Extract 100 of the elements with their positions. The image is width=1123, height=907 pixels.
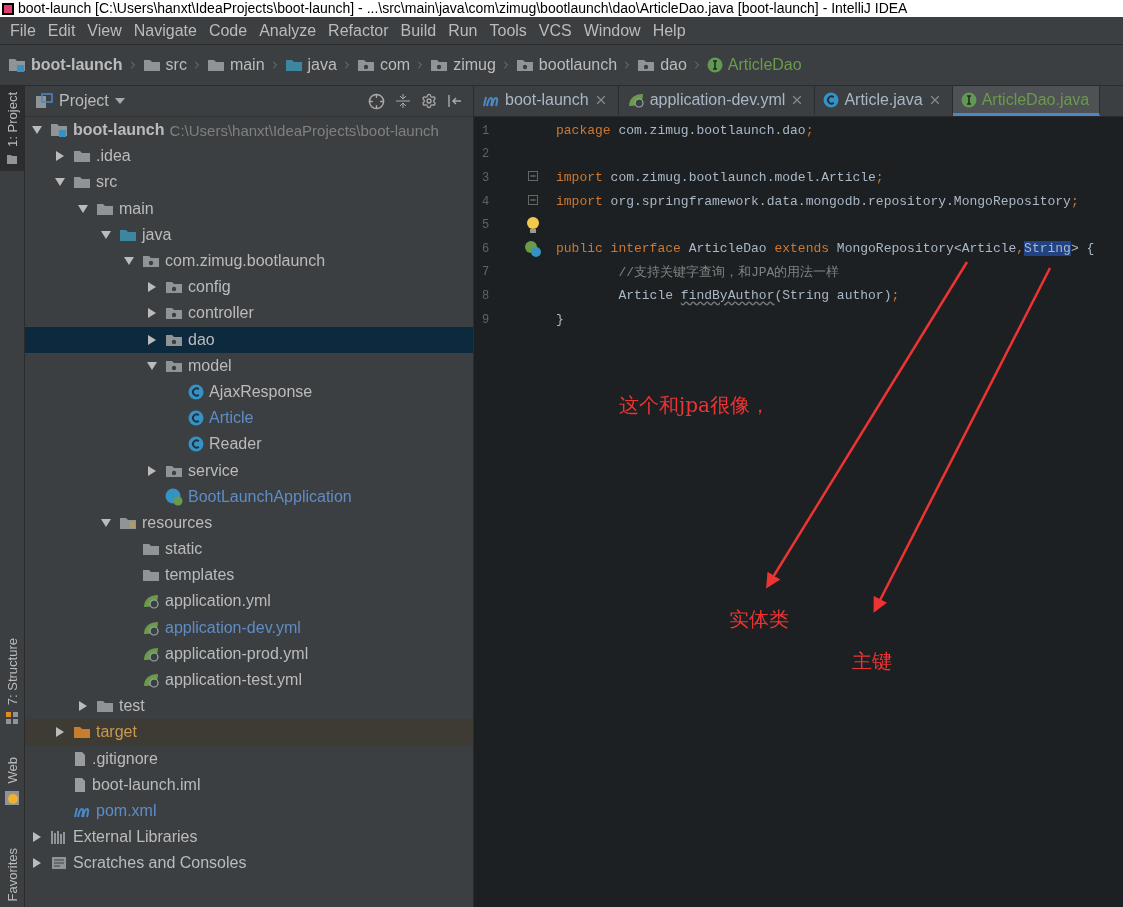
tree-row[interactable]: model [25, 352, 473, 379]
annotation-text: 主键 [852, 648, 892, 675]
dropdown-caret-icon[interactable] [114, 98, 125, 104]
line-number: 7 [481, 265, 491, 280]
menu-item[interactable]: Navigate [127, 21, 203, 40]
tool-window-tab[interactable]: 1: Project [0, 86, 24, 171]
tree-row[interactable]: com.zimug.bootlaunch [25, 247, 473, 275]
package-icon [356, 58, 375, 72]
tree-row[interactable]: target [25, 719, 473, 746]
settings-icon[interactable] [421, 93, 437, 109]
collapsed-arrow-icon[interactable] [55, 727, 65, 738]
folder-icon [73, 725, 91, 740]
expanded-arrow-icon[interactable] [101, 229, 111, 240]
tree-row[interactable]: java [25, 221, 473, 248]
tool-window-tab[interactable]: 7: Structure [0, 631, 24, 732]
package-icon [637, 58, 656, 72]
expanded-arrow-icon[interactable] [32, 125, 42, 136]
tree-row[interactable]: main [25, 195, 473, 222]
breadcrumb[interactable]: java [284, 56, 337, 74]
menu-item[interactable]: File [4, 21, 42, 40]
annotation-text: 实体类 [729, 606, 789, 633]
locate-icon[interactable] [368, 92, 385, 110]
collapsed-arrow-icon[interactable] [147, 334, 157, 345]
lightbulb-icon[interactable] [526, 216, 540, 235]
tool-window-tab[interactable]: Favorites [0, 841, 24, 907]
menu-item[interactable]: Help [646, 21, 692, 40]
tree-row[interactable]: application.yml [25, 588, 473, 615]
tree-row[interactable]: boot-launch C:\Users\hanxt\IdeaProjects\boot-launch [25, 117, 473, 144]
tree-row[interactable]: AjaxResponse [25, 378, 473, 406]
menu-item[interactable]: VCS [532, 21, 578, 40]
collapsed-arrow-icon[interactable] [32, 858, 42, 869]
folder-icon [142, 542, 160, 557]
tree-row[interactable]: pom.xml [25, 797, 473, 825]
expanded-arrow-icon[interactable] [78, 203, 88, 214]
expanded-arrow-icon[interactable] [147, 360, 157, 371]
collapsed-arrow-icon[interactable] [32, 832, 42, 843]
collapsed-arrow-icon[interactable] [147, 282, 157, 293]
collapsed-arrow-icon[interactable] [147, 308, 157, 319]
tree-row[interactable]: Article [25, 405, 473, 432]
editor-tab[interactable]: boot-launch [474, 86, 619, 116]
breadcrumb[interactable]: com [356, 56, 411, 74]
hide-panel-icon[interactable] [447, 93, 463, 109]
breadcrumb[interactable]: ArticleDao [706, 56, 802, 74]
breadcrumb[interactable]: src [142, 56, 187, 74]
package-icon [430, 58, 449, 72]
tree-item-label: com.zimug.bootlaunch [165, 252, 326, 271]
breadcrumb[interactable]: zimug [430, 56, 496, 74]
tree-row[interactable]: application-test.yml [25, 666, 473, 694]
tree-item-label: External Libraries [73, 828, 198, 847]
tree-row[interactable]: config [25, 274, 473, 301]
tree-row[interactable]: External Libraries [25, 824, 473, 851]
breadcrumb[interactable]: main [206, 56, 265, 74]
tree-row[interactable]: .idea [25, 143, 473, 170]
class-icon [165, 487, 183, 506]
tree-row[interactable]: dao [25, 326, 473, 353]
tree-row[interactable]: application-prod.yml [25, 640, 473, 667]
menu-item[interactable]: Refactor [322, 21, 395, 40]
implemented-icon[interactable] [524, 239, 542, 258]
menu-item[interactable]: View [81, 21, 128, 40]
tree-row[interactable]: static [25, 536, 473, 563]
menu-item[interactable]: Build [394, 21, 443, 40]
tool-window-tab[interactable]: Web [0, 751, 24, 812]
code-line: import org.springframework.data.mongodb.repository.MongoRepository; [556, 194, 1079, 210]
class-icon [188, 383, 204, 400]
tree-item-label: target [96, 723, 137, 742]
panel-title[interactable]: Project [59, 92, 109, 110]
menu-item[interactable]: Code [202, 21, 254, 40]
collapsed-arrow-icon[interactable] [78, 701, 88, 712]
tree-row[interactable]: service [25, 457, 473, 484]
tree-row[interactable]: controller [25, 300, 473, 327]
tree-row[interactable]: src [25, 169, 473, 196]
tree-row[interactable]: .gitignore [25, 745, 473, 772]
menu-item[interactable]: Edit [41, 21, 82, 40]
menu-item[interactable]: Window [577, 21, 647, 40]
tree-row[interactable]: test [25, 693, 473, 720]
tree-row[interactable]: Scratches and Consoles [25, 850, 473, 877]
tree-row[interactable]: boot-launch.iml [25, 771, 473, 798]
expanded-arrow-icon[interactable] [101, 517, 111, 528]
collapsed-arrow-icon[interactable] [55, 151, 65, 162]
menu-item[interactable]: Analyze [253, 21, 323, 40]
collapsed-arrow-icon[interactable] [147, 465, 157, 476]
tree-row[interactable]: application-dev.yml [25, 614, 473, 641]
breadcrumb[interactable]: dao [637, 56, 687, 74]
source-folder-icon [119, 227, 137, 242]
expanded-arrow-icon[interactable] [55, 177, 65, 188]
tree-item-label: test [119, 697, 145, 716]
breadcrumb[interactable]: bootlaunch [515, 56, 618, 74]
expanded-arrow-icon[interactable] [124, 256, 134, 267]
menu-item[interactable]: Run [442, 21, 484, 40]
spring-icon [626, 91, 645, 108]
tree-row[interactable]: Reader [25, 431, 473, 458]
editor-tab[interactable]: Article.java [815, 86, 953, 116]
tree-row[interactable]: resources [25, 509, 473, 536]
line-number: 8 [481, 288, 491, 303]
tree-row[interactable]: BootLaunchApplication [25, 483, 473, 510]
collapse-all-icon[interactable] [395, 93, 411, 109]
tree-row[interactable]: templates [25, 562, 473, 589]
breadcrumb[interactable]: boot-launch [8, 56, 123, 74]
editor-tab[interactable]: application-dev.yml [618, 86, 816, 116]
menu-item[interactable]: Tools [483, 21, 533, 40]
